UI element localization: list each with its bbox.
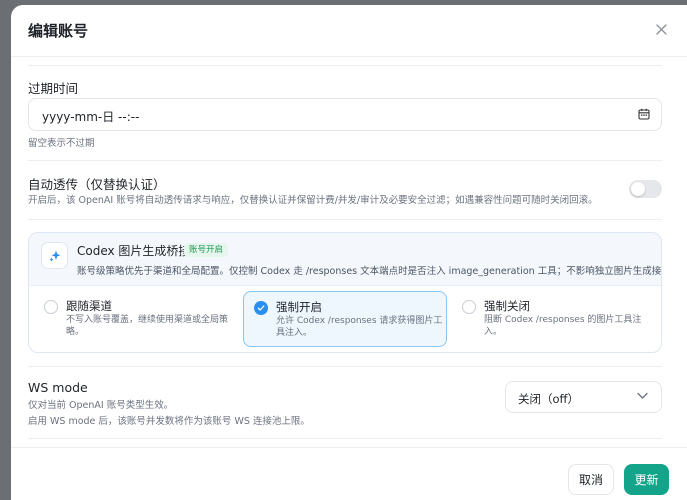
option-force-on[interactable]: 强制开启 允许 Codex /responses 请求获得图片工具注入。 [243, 291, 447, 347]
close-button[interactable] [651, 19, 671, 39]
expiry-datetime-input[interactable]: yyyy-mm-日 --:-- [28, 98, 662, 131]
passthrough-toggle[interactable] [629, 180, 662, 198]
modal-title: 编辑账号 [28, 22, 89, 40]
expiry-hint: 留空表示不过期 [28, 138, 95, 149]
passthrough-hint: 开启后，该 OpenAI 账号将自动透传请求与响应，仅替换认证并保留计费/并发/… [28, 195, 598, 206]
passthrough-label: 自动透传（仅替换认证） [28, 177, 166, 192]
radio-unchecked[interactable] [44, 300, 58, 314]
modal-body[interactable]: 过期时间 yyyy-mm-日 --:-- 留空表示不过期 自动透传（仅替换认证）… [11, 57, 687, 447]
ws-mode-select[interactable]: 关闭（off） [505, 381, 662, 413]
modal-header: 编辑账号 [11, 5, 687, 57]
codex-card-header: Codex 图片生成桥接 账号开启 账号级策略优先于渠道和全局配置。仅控制 Co… [29, 233, 661, 285]
divider [28, 160, 662, 161]
cancel-button[interactable]: 取消 [568, 464, 614, 495]
option-force-off[interactable]: 强制关闭 阻断 Codex /responses 的图片工具注入。 [452, 291, 656, 347]
ws-mode-selected-value: 关闭（off） [518, 392, 579, 406]
update-button[interactable]: 更新 [624, 464, 669, 495]
check-icon [257, 305, 265, 311]
close-icon [655, 23, 667, 35]
edit-account-modal: 编辑账号 过期时间 yyyy-mm-日 --:-- 留空表示不过期 自动透传（仅… [11, 5, 687, 500]
option-description: 阻断 Codex /responses 的图片工具注入。 [484, 315, 642, 337]
ws-mode-label: WS mode [28, 380, 88, 395]
option-title: 跟随渠道 [66, 299, 112, 313]
divider [28, 366, 662, 367]
codex-options: 跟随渠道 不写入账号覆盖，继续使用渠道或全局策略。 强制开启 允许 Codex … [29, 285, 661, 352]
radio-checked[interactable] [254, 301, 268, 315]
codex-image-bridge-card: Codex 图片生成桥接 账号开启 账号级策略优先于渠道和全局配置。仅控制 Co… [28, 232, 662, 353]
codex-icon-box [41, 242, 68, 269]
option-title: 强制关闭 [484, 299, 530, 313]
option-follow-channel[interactable]: 跟随渠道 不写入账号覆盖，继续使用渠道或全局策略。 [34, 291, 238, 347]
calendar-icon[interactable] [638, 108, 650, 120]
option-title: 强制开启 [276, 300, 322, 314]
divider [28, 438, 662, 439]
ws-mode-hint-2: 启用 WS mode 后，该账号并发数将作为该账号 WS 连接池上限。 [28, 416, 310, 427]
status-badge: 账号开启 [184, 243, 229, 257]
divider [28, 65, 662, 66]
toggle-knob [631, 182, 645, 196]
expiry-placeholder: yyyy-mm-日 --:-- [42, 110, 140, 124]
ws-mode-hint: 仅对当前 OpenAI 账号类型生效。 [28, 400, 174, 411]
codex-description: 账号级策略优先于渠道和全局配置。仅控制 Codex 走 /responses 文… [77, 266, 662, 277]
codex-title: Codex 图片生成桥接 [77, 244, 191, 258]
divider [28, 219, 662, 220]
sparkle-icon [49, 250, 60, 262]
radio-unchecked[interactable] [462, 300, 476, 314]
option-description: 不写入账号覆盖，继续使用渠道或全局策略。 [66, 315, 229, 337]
modal-footer: 取消 更新 [11, 447, 687, 500]
chevron-down-icon [637, 392, 648, 399]
option-description: 允许 Codex /responses 请求获得图片工具注入。 [276, 316, 443, 338]
expiry-label: 过期时间 [28, 81, 79, 96]
